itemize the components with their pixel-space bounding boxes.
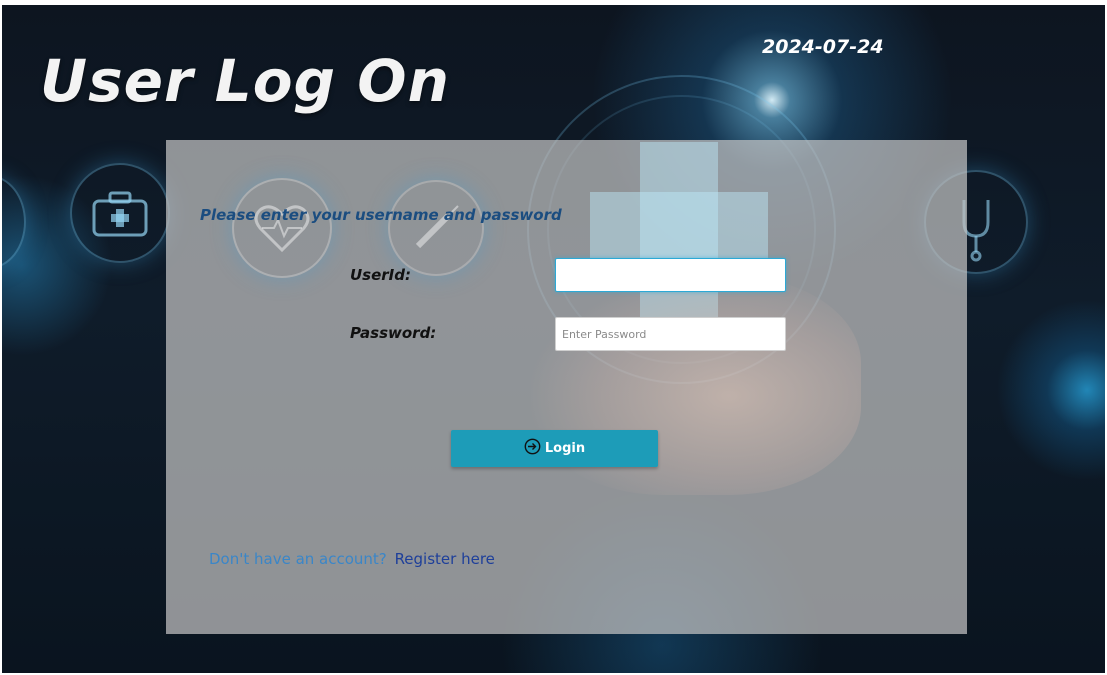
background-frame: User Log On 2024-07-24 Please enter your… — [2, 5, 1105, 673]
login-panel: Please enter your username and password … — [166, 140, 967, 634]
login-button[interactable]: Login — [451, 430, 658, 467]
medical-kit-icon — [70, 163, 170, 263]
password-label: Password: — [350, 324, 437, 342]
login-button-label: Login — [544, 441, 586, 456]
medical-cross-decoration — [590, 192, 768, 268]
heart-icon — [232, 178, 332, 278]
password-input[interactable] — [555, 317, 786, 351]
page-title: User Log On — [40, 47, 450, 115]
sign-in-icon — [524, 438, 541, 459]
partial-circle-icon — [2, 175, 26, 269]
register-prompt: Don't have an account? — [209, 550, 387, 568]
login-instruction: Please enter your username and password — [200, 206, 562, 224]
register-row: Don't have an account? Register here — [209, 550, 495, 568]
syringe-icon — [388, 180, 484, 276]
userid-label: UserId: — [350, 266, 411, 284]
register-link[interactable]: Register here — [395, 550, 495, 568]
userid-input[interactable] — [555, 258, 786, 292]
current-date: 2024-07-24 — [762, 36, 884, 58]
